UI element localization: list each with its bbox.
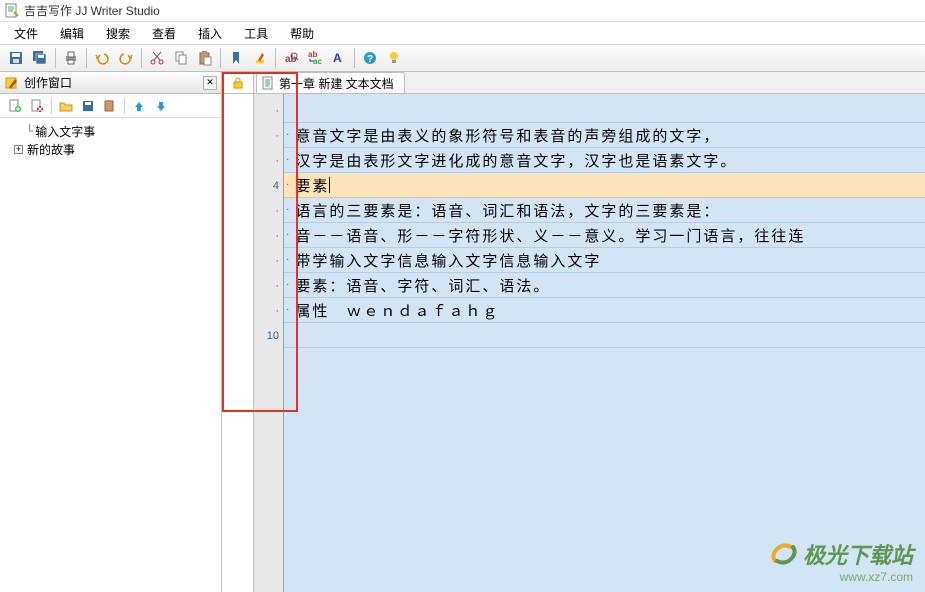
sidebar-tree: └ 输入文字事 + 新的故事	[0, 118, 221, 592]
print-icon[interactable]	[60, 47, 82, 69]
editor-area: 第一章 新建 文本文档 · · · 4 · · · · · 10 ·意音文字是由…	[254, 72, 925, 592]
editor-line[interactable]	[284, 98, 925, 123]
editor-line[interactable]: ·带学输入文字信息输入文字信息输入文字	[284, 248, 925, 273]
find-icon[interactable]: ab	[280, 47, 302, 69]
undo-icon[interactable]	[91, 47, 113, 69]
tab-bar: 第一章 新建 文本文档	[254, 72, 925, 94]
replace-icon[interactable]: abac	[304, 47, 326, 69]
menu-help[interactable]: 帮助	[280, 22, 324, 45]
svg-text:ac: ac	[313, 57, 322, 66]
char-icon[interactable]: A↓	[328, 47, 350, 69]
down-icon[interactable]	[151, 96, 171, 116]
menu-view[interactable]: 查看	[142, 22, 186, 45]
new-doc-icon[interactable]	[5, 96, 25, 116]
editor[interactable]: · · · 4 · · · · · 10 ·意音文字是由表义的象形符号和表音的声…	[254, 94, 925, 592]
cut-icon[interactable]	[146, 47, 168, 69]
svg-text:?: ?	[367, 54, 373, 65]
svg-text:↓: ↓	[339, 55, 343, 64]
save-icon[interactable]	[5, 47, 27, 69]
sidebar: 创作窗口 ✕ └ 输入文字事 + 新的故事	[0, 72, 222, 592]
editor-line[interactable]	[284, 323, 925, 348]
tree-item-story[interactable]: + 新的故事	[4, 140, 217, 158]
text-cursor	[329, 177, 330, 193]
highlight-icon[interactable]	[249, 47, 271, 69]
help-icon[interactable]: ?	[359, 47, 381, 69]
app-title: 吉吉写作 JJ Writer Studio	[24, 2, 160, 19]
copy-icon[interactable]	[170, 47, 192, 69]
editor-content[interactable]: ·意音文字是由表义的象形符号和表音的声旁组成的文字， ·汉字是由表形文字进化成的…	[284, 94, 925, 592]
document-tab[interactable]: 第一章 新建 文本文档	[256, 72, 405, 93]
side-save-icon[interactable]	[78, 96, 98, 116]
up-icon[interactable]	[129, 96, 149, 116]
line-gutter: · · · 4 · · · · · 10	[254, 94, 284, 592]
menu-search[interactable]: 搜索	[96, 22, 140, 45]
folder-icon[interactable]	[56, 96, 76, 116]
menu-edit[interactable]: 编辑	[50, 22, 94, 45]
lock-icon	[231, 76, 245, 90]
sidebar-title: 创作窗口	[24, 74, 72, 91]
editor-line[interactable]: ·汉字是由表形文字进化成的意音文字，汉字也是语素文字。	[284, 148, 925, 173]
main-toolbar: ab abac A↓ ?	[0, 44, 925, 72]
idea-icon[interactable]	[383, 47, 405, 69]
editor-line-active[interactable]: ·要素	[284, 173, 925, 198]
title-bar: 吉吉写作 JJ Writer Studio	[0, 0, 925, 22]
watermark: 极光下载站 www.xz7.com	[769, 538, 913, 584]
bookmark-icon[interactable]	[225, 47, 247, 69]
editor-line[interactable]: ·意音文字是由表义的象形符号和表音的声旁组成的文字，	[284, 123, 925, 148]
writing-icon	[4, 75, 20, 91]
menu-file[interactable]: 文件	[4, 22, 48, 45]
document-icon	[261, 76, 275, 90]
editor-line[interactable]: ·要素：语音、字符、词汇、语法。	[284, 273, 925, 298]
editor-line[interactable]: ·属性 ｗｅｎｄａｆａｈｇ	[284, 298, 925, 323]
sidebar-title-bar: 创作窗口 ✕	[0, 72, 221, 94]
save-all-icon[interactable]	[29, 47, 51, 69]
menu-bar: 文件 编辑 搜索 查看 插入 工具 帮助	[0, 22, 925, 44]
sidebar-toolbar	[0, 94, 221, 118]
delete-icon[interactable]	[27, 96, 47, 116]
tree-expand-icon[interactable]: +	[14, 145, 23, 154]
watermark-logo-icon	[769, 541, 799, 567]
line-number-10: 10	[254, 323, 283, 348]
tree-item-text[interactable]: └ 输入文字事	[4, 122, 217, 140]
side-paste-icon[interactable]	[100, 96, 120, 116]
tab-title: 第一章 新建 文本文档	[279, 75, 394, 92]
line-number-4: 4	[254, 173, 283, 198]
middle-gutter	[222, 72, 254, 592]
watermark-name: 极光下载站	[803, 538, 913, 570]
editor-line[interactable]: ·音－－语音、形－－字符形状、义－－意义。学习一门语言，往往连	[284, 223, 925, 248]
editor-line[interactable]: ·语言的三要素是：语音、词汇和语法，文字的三要素是：	[284, 198, 925, 223]
tree-item-label: 新的故事	[27, 141, 75, 158]
sidebar-close-icon[interactable]: ✕	[203, 76, 217, 90]
redo-icon[interactable]	[115, 47, 137, 69]
menu-tools[interactable]: 工具	[234, 22, 278, 45]
tree-connector-icon: └	[26, 124, 33, 138]
menu-insert[interactable]: 插入	[188, 22, 232, 45]
main-area: 创作窗口 ✕ └ 输入文字事 + 新的故事	[0, 72, 925, 592]
paste-icon[interactable]	[194, 47, 216, 69]
app-icon	[4, 3, 20, 19]
watermark-url: www.xz7.com	[769, 570, 913, 584]
gutter-lock[interactable]	[222, 72, 253, 94]
tree-item-label: 输入文字事	[35, 123, 95, 140]
